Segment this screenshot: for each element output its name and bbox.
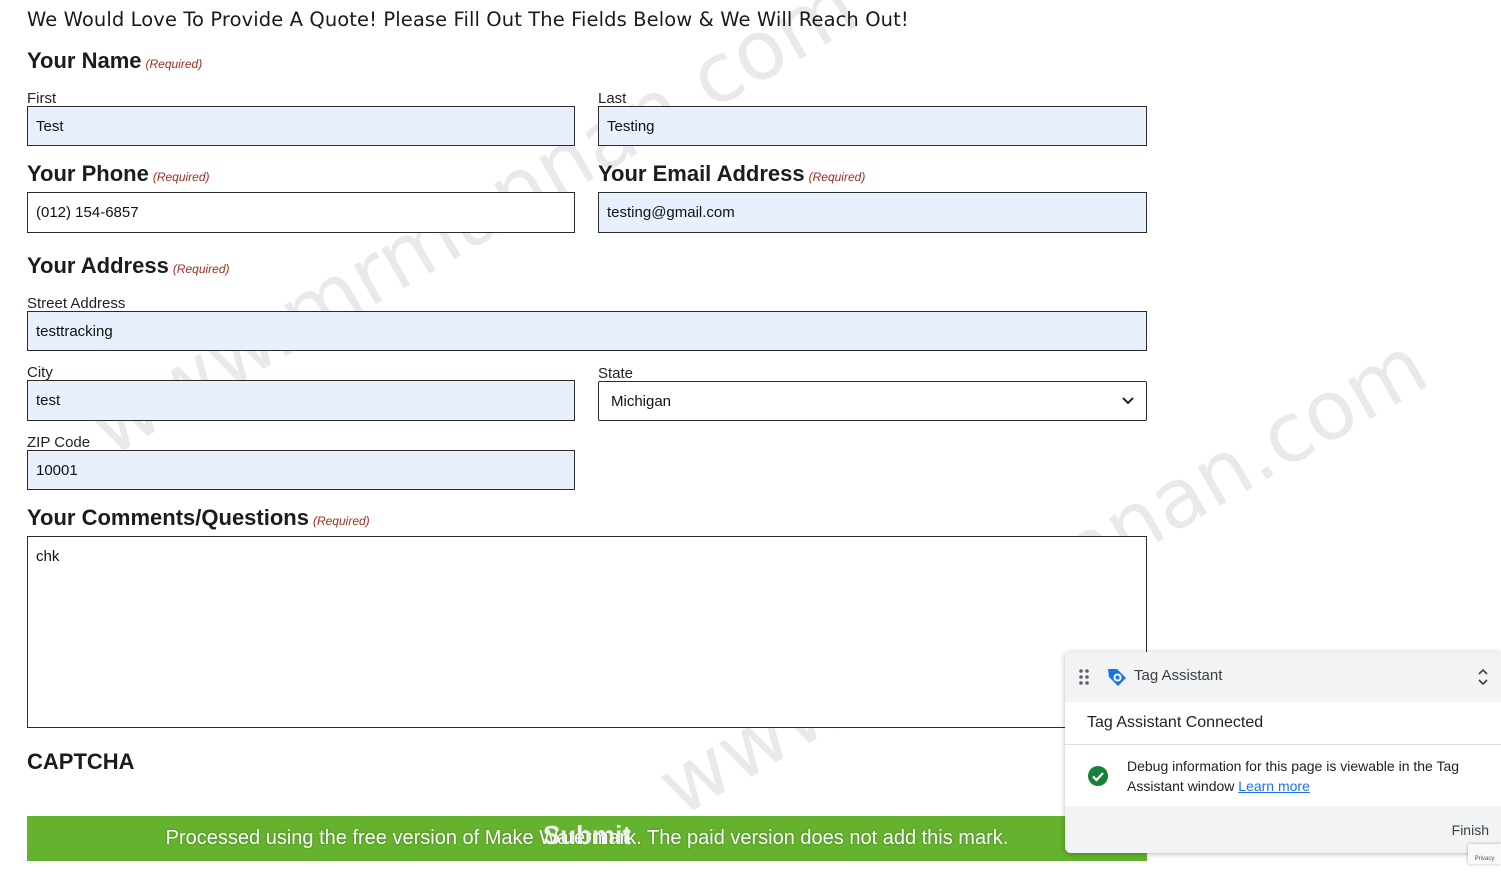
required-tag: (Required) — [172, 262, 230, 276]
street-address-label: Street Address — [27, 295, 126, 312]
learn-more-link[interactable]: Learn more — [1238, 778, 1310, 794]
phone-section-label: Your Phone (Required) — [27, 161, 210, 187]
phone-input[interactable]: (012) 154-6857 — [27, 192, 575, 233]
last-name-input[interactable]: Testing — [598, 106, 1147, 146]
tag-assistant-logo-icon — [1108, 669, 1126, 686]
phone-label: Your Phone — [27, 161, 149, 186]
tag-assistant-header: Tag Assistant — [1065, 652, 1501, 702]
submit-button[interactable]: Submit — [27, 816, 1147, 861]
zip-code-label: ZIP Code — [27, 434, 91, 451]
name-section-label: Your Name (Required) — [27, 48, 202, 74]
required-tag: (Required) — [808, 170, 866, 184]
submit-label: Submit — [542, 820, 632, 850]
address-label: Your Address — [27, 253, 169, 278]
email-input[interactable]: testing@gmail.com — [598, 192, 1147, 233]
state-label: State — [598, 365, 634, 382]
divider — [1065, 744, 1501, 745]
first-name-input[interactable]: Test — [27, 106, 575, 146]
required-tag: (Required) — [312, 514, 370, 528]
comments-section-label: Your Comments/Questions (Required) — [27, 505, 370, 531]
email-label: Your Email Address — [598, 161, 805, 186]
state-select[interactable]: Michigan — [598, 381, 1147, 421]
zip-code-input[interactable]: 10001 — [27, 450, 575, 490]
comments-label: Your Comments/Questions — [27, 505, 309, 530]
address-section-label: Your Address (Required) — [27, 253, 230, 279]
page-heading: We Would Love To Provide A Quote! Please… — [27, 8, 909, 31]
tag-assistant-status: Tag Assistant Connected — [1087, 714, 1264, 731]
email-section-label: Your Email Address (Required) — [598, 161, 865, 187]
tag-assistant-footer: Finish — [1065, 806, 1501, 853]
check-circle-icon — [1088, 766, 1108, 786]
required-tag: (Required) — [152, 170, 210, 184]
state-selected-value: Michigan — [611, 392, 672, 410]
city-input[interactable]: test — [27, 380, 575, 421]
city-label: City — [27, 364, 53, 381]
tag-assistant-title: Tag Assistant — [1134, 667, 1223, 684]
required-tag: (Required) — [145, 57, 203, 71]
recaptcha-privacy-link[interactable]: Privacy — [1475, 856, 1495, 862]
comments-textarea[interactable]: chk — [27, 536, 1147, 728]
finish-button[interactable]: Finish — [1452, 822, 1489, 838]
street-address-input[interactable]: testtracking — [27, 311, 1147, 351]
drag-handle-icon[interactable] — [1079, 669, 1089, 685]
captcha-label: CAPTCHA — [27, 749, 135, 774]
collapse-expand-icon[interactable] — [1477, 667, 1489, 687]
tag-assistant-panel: Tag Assistant Tag Assistant Connected De… — [1065, 652, 1501, 853]
tag-assistant-debug-message: Debug information for this page is viewa… — [1127, 756, 1487, 796]
chevron-down-icon — [1122, 397, 1134, 405]
name-label: Your Name — [27, 48, 142, 73]
recaptcha-badge[interactable]: Privacy — [1468, 844, 1501, 864]
first-name-label: First — [27, 90, 57, 107]
last-name-label: Last — [598, 90, 627, 107]
